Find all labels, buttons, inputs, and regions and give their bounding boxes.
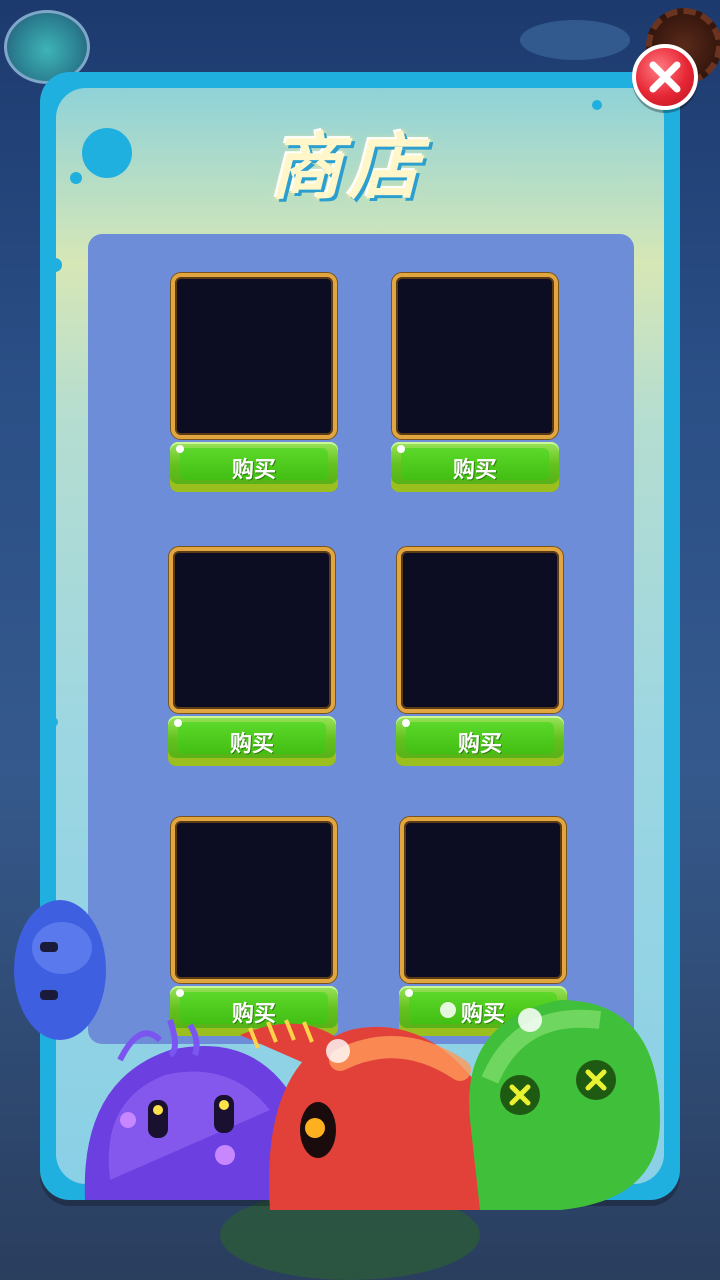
shop-item-slot-3[interactable] — [169, 547, 335, 713]
close-button[interactable] — [632, 44, 698, 110]
decor-bubble — [70, 172, 82, 184]
buy-button-3[interactable]: 购买 — [168, 716, 336, 766]
buy-button-2[interactable]: 购买 — [391, 442, 559, 492]
decor-bubble — [48, 258, 62, 272]
buy-button-label: 购买 — [452, 458, 497, 483]
background-cloud — [520, 20, 630, 60]
close-icon — [649, 61, 681, 93]
decor-bubble — [82, 128, 132, 178]
buy-button-1[interactable]: 购买 — [170, 442, 338, 492]
buy-button-4[interactable]: 购买 — [396, 716, 564, 766]
decor-bubble — [48, 717, 58, 727]
buy-button-label: 购买 — [229, 732, 274, 757]
shop-item-slot-4[interactable] — [397, 547, 563, 713]
slime-characters — [14, 900, 660, 1210]
shop-item-slot-2[interactable] — [392, 273, 558, 439]
shop-title: 商店 — [270, 124, 427, 209]
shop-item-slot-1[interactable] — [171, 273, 337, 439]
buy-button-label: 购买 — [231, 458, 276, 483]
buy-button-label: 购买 — [457, 732, 502, 757]
decor-bubble — [592, 100, 602, 110]
blue-slime-icon — [14, 900, 106, 1040]
